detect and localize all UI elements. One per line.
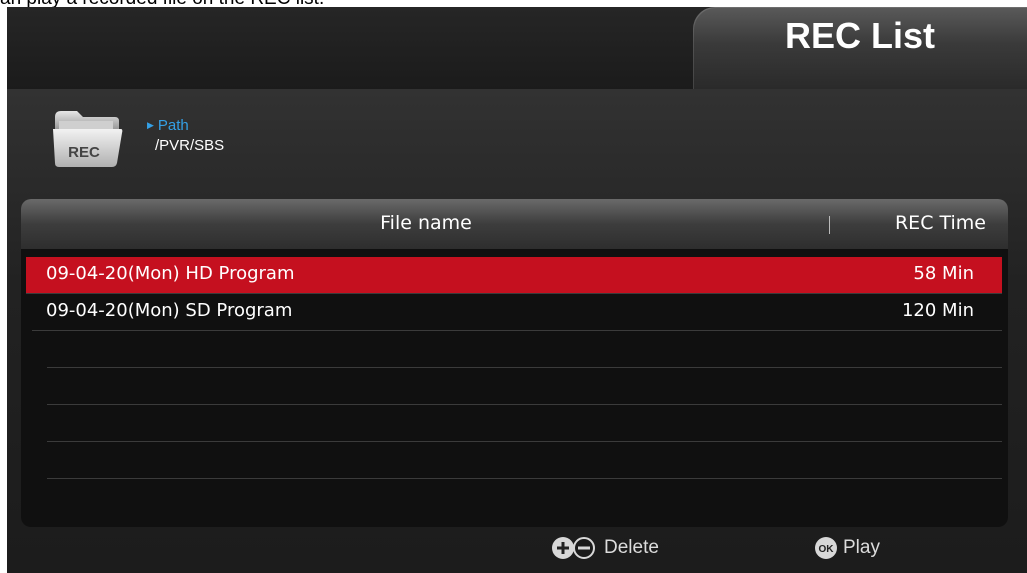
- file-name: 09-04-20(Mon) SD Program: [46, 300, 293, 321]
- folder-icon: REC: [53, 111, 123, 167]
- list-item-empty: [47, 331, 1002, 368]
- rec-time: 58 Min: [913, 263, 974, 284]
- list-header: File name REC Time: [21, 199, 1008, 249]
- column-divider: [829, 216, 830, 234]
- delete-key-icons: [552, 537, 595, 559]
- page-title: REC List: [784, 15, 935, 56]
- path-label: ▶ Path: [147, 117, 189, 134]
- list-item[interactable]: 09-04-20(Mon) SD Program 120 Min: [32, 294, 1002, 331]
- minus-icon: [573, 537, 595, 559]
- triangle-right-icon: ▶: [147, 120, 154, 130]
- ok-icon-text: OK: [819, 544, 835, 555]
- path-label-text: Path: [157, 117, 189, 134]
- list-item-empty: [47, 368, 1002, 405]
- list-item-empty: [47, 442, 1002, 479]
- column-header-rec-time[interactable]: REC Time: [895, 212, 986, 234]
- rec-list-screen: REC List REC ▶ Path /PVR/SBS File name RE…: [7, 7, 1027, 573]
- ok-icon: OK: [815, 537, 837, 559]
- folder-label: REC: [68, 144, 100, 161]
- delete-button[interactable]: Delete: [604, 537, 659, 559]
- play-button[interactable]: Play: [843, 537, 880, 559]
- list-item-empty: [47, 405, 1002, 442]
- plus-icon: [552, 537, 574, 559]
- rec-time: 120 Min: [901, 300, 974, 321]
- file-name: 09-04-20(Mon) HD Program: [46, 263, 295, 284]
- column-header-file-name[interactable]: File name: [21, 212, 831, 234]
- path-value: /PVR/SBS: [155, 137, 225, 154]
- list-item-selected[interactable]: 09-04-20(Mon) HD Program 58 Min: [26, 257, 1002, 294]
